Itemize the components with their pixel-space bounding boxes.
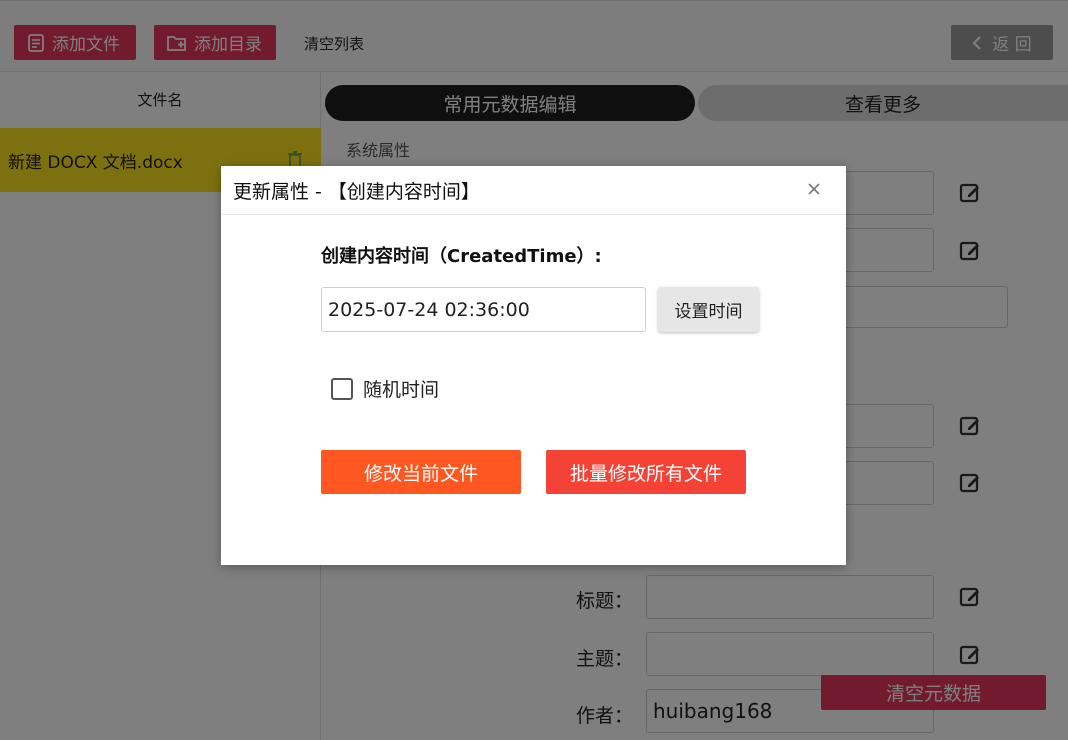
created-time-label: 创建内容时间（CreatedTime）: — [321, 246, 602, 267]
update-property-dialog: 更新属性 - 【创建内容时间】 创建内容时间（CreatedTime）: 202… — [221, 166, 846, 565]
datetime-input[interactable]: 2025-07-24 02:36:00 — [321, 287, 646, 332]
random-time-option[interactable]: 随机时间 — [331, 375, 439, 402]
random-time-checkbox[interactable] — [331, 377, 353, 400]
dialog-header: 更新属性 - 【创建内容时间】 — [221, 166, 846, 215]
set-time-button[interactable]: 设置时间 — [658, 287, 759, 332]
close-icon[interactable] — [804, 179, 824, 199]
batch-modify-all-button[interactable]: 批量修改所有文件 — [546, 450, 746, 494]
modify-current-file-button[interactable]: 修改当前文件 — [321, 450, 521, 494]
dialog-title: 更新属性 - 【创建内容时间】 — [233, 180, 480, 203]
random-time-label: 随机时间 — [363, 379, 440, 401]
